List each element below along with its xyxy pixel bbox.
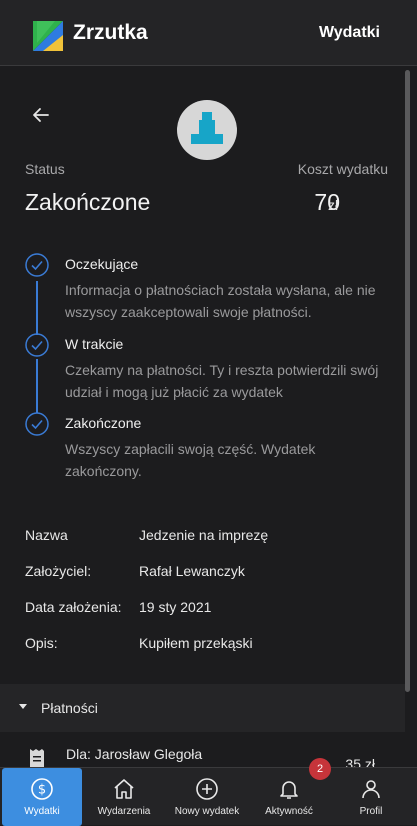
nav-label: Wydatki — [24, 806, 60, 817]
step-description: Czekamy na płatności. Ty i reszta potwie… — [65, 362, 379, 400]
notification-badge: 2 — [309, 758, 331, 780]
cost-label: Koszt wydatku — [297, 161, 388, 177]
back-arrow-icon[interactable] — [30, 104, 52, 126]
payment-amount: 35 zł — [345, 756, 375, 767]
step-title: Zakończone — [65, 415, 142, 431]
detail-key: Opis: — [25, 635, 58, 651]
app-bar: Zrzutka Wydatki — [0, 0, 417, 66]
detail-value: 19 sty 2021 — [139, 599, 212, 615]
status-value: Zakończone — [25, 189, 151, 215]
svg-text:$: $ — [38, 783, 46, 798]
step-description: Wszyscy zapłacili swoją część. Wydatek z… — [65, 441, 316, 479]
detail-row: Opis: Kupiłem przekąski — [25, 635, 395, 655]
detail-row: Nazwa Jedzenie na imprezę — [25, 527, 395, 547]
detail-value: Jedzenie na imprezę — [139, 527, 269, 543]
timeline-connector — [36, 359, 38, 413]
bottom-navigation: $ Wydatki Wydarzenia Nowy wydatek Aktywn… — [0, 758, 417, 826]
page-title: Wydatki — [318, 24, 380, 41]
monument-icon — [191, 112, 223, 144]
detail-key: Nazwa — [25, 527, 68, 543]
step-title: W trakcie — [65, 336, 124, 352]
nav-label: Aktywność — [265, 806, 313, 817]
caret-down-icon — [19, 704, 27, 709]
step-description: Informacja o płatnościach została wysłan… — [65, 282, 376, 320]
bell-icon — [280, 781, 298, 799]
step-title: Oczekujące — [65, 256, 139, 272]
nav-label: Profil — [359, 806, 383, 817]
cost-unit: zł — [328, 197, 339, 213]
check-circle-icon — [25, 333, 49, 357]
nav-item-profile[interactable]: Profil — [330, 768, 412, 826]
scrollbar[interactable] — [405, 70, 410, 692]
expense-detail: Status Koszt wydatku Zakończone 70 zł Oc… — [0, 67, 417, 767]
brand-name[interactable]: Zrzutka — [73, 21, 148, 45]
home-icon — [114, 779, 134, 799]
nav-item-events[interactable]: Wydarzenia — [83, 768, 165, 826]
expense-avatar — [177, 100, 237, 160]
nav-item-expenses[interactable]: $ Wydatki — [2, 768, 82, 826]
nav-item-new-expense[interactable]: Nowy wydatek — [166, 768, 248, 826]
zrzutka-logo-icon — [33, 21, 63, 51]
plus-circle-icon — [196, 778, 218, 800]
payment-recipient: Dla: Jarosław Glegoła — [66, 746, 203, 762]
detail-row: Data założenia: 19 sty 2021 — [25, 599, 395, 619]
payments-label: Płatności — [41, 700, 98, 716]
status-label: Status — [25, 161, 65, 177]
detail-key: Data założenia: — [25, 599, 122, 615]
detail-value: Kupiłem przekąski — [139, 635, 253, 651]
dollar-circle-icon: $ — [31, 778, 53, 800]
check-circle-icon — [25, 253, 49, 277]
person-icon — [362, 780, 380, 799]
timeline-connector — [36, 281, 38, 335]
nav-label: Wydarzenia — [97, 806, 151, 817]
payment-row[interactable]: Dla: Jarosław Glegoła 35 zł — [0, 732, 405, 767]
detail-value: Rafał Lewanczyk — [139, 563, 245, 579]
receipt-icon — [30, 749, 44, 767]
detail-key: Założyciel: — [25, 563, 92, 579]
payments-section-toggle[interactable]: Płatności — [0, 684, 405, 732]
detail-row: Założyciel: Rafał Lewanczyk — [25, 563, 395, 583]
nav-label: Nowy wydatek — [174, 806, 240, 817]
check-circle-icon — [25, 412, 49, 436]
